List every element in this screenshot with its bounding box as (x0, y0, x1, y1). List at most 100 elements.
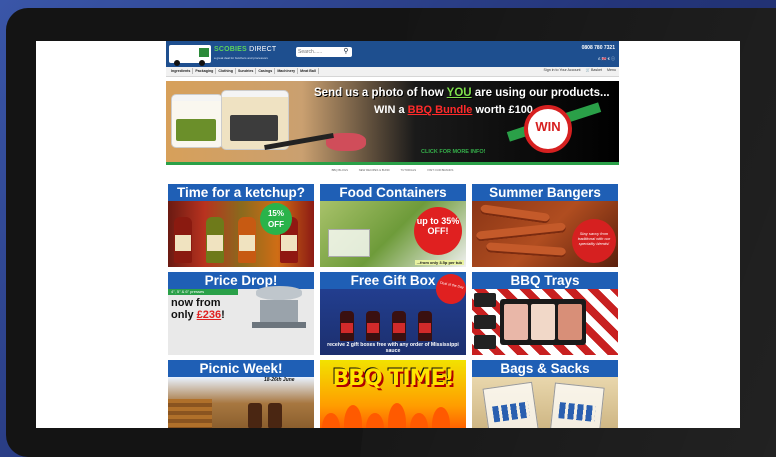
promo-tile-bags-sacks[interactable]: Bags & Sacks (472, 360, 618, 428)
tub-label (176, 119, 216, 141)
sausage-image (475, 222, 567, 242)
promo-tile-summer-bangers[interactable]: Summer Bangers Stay savvy from tradition… (472, 184, 618, 267)
search-input[interactable] (298, 48, 338, 56)
tray-image (500, 299, 586, 345)
sauce-bottle-image (418, 311, 432, 341)
promo-tile-free-gift-box[interactable]: Free Gift Box receive 2 gift boxes free … (320, 272, 466, 355)
discount-badge: up to 35% OFF! (414, 207, 462, 255)
subnav-item[interactable]: BBQ BLOGS (332, 168, 348, 172)
sauce-bottle-image (206, 217, 224, 263)
promo-tile-food-containers[interactable]: Food Containers up to 35% OFF! ...from o… (320, 184, 466, 267)
wheel-icon (199, 60, 205, 66)
tile-title: Picnic Week! (168, 360, 314, 377)
logo-text[interactable]: SCOBIES DIRECT (214, 46, 276, 53)
flame-graphic (388, 403, 406, 428)
nav-item-clothing[interactable]: Clothing (216, 68, 236, 74)
search-icon[interactable]: ⚲ (341, 47, 351, 57)
cart-icon: 🛒 (585, 68, 590, 72)
headline-suffix: are using our products... (471, 87, 610, 99)
promo-tile-ketchup[interactable]: Time for a ketchup? 15% OFF (168, 184, 314, 267)
tile-caption: receive 2 gift boxes free with any order… (327, 342, 459, 354)
nav-item-meat-ball[interactable]: Meat Ball (298, 68, 319, 74)
flame-graphic (322, 413, 340, 428)
tile-title: Bags & Sacks (472, 360, 618, 377)
event-date: 18-26th June (264, 377, 295, 383)
tray-image (474, 335, 496, 349)
headline-highlight: YOU (446, 87, 472, 99)
bottle-label (281, 235, 297, 251)
nav-item-machinery[interactable]: Machinery (275, 68, 299, 74)
price-value: £236 (196, 309, 222, 321)
van-logo-icon[interactable] (169, 45, 211, 66)
banner-cta-link[interactable]: CLICK FOR MORE INFO! (421, 149, 485, 155)
subheadline-highlight: BBQ Bundle (407, 104, 473, 116)
jar-image (248, 403, 262, 428)
nav-item-packaging[interactable]: Packaging (193, 68, 217, 74)
price-only: only (171, 309, 197, 321)
tile-title: BBQ TIME! (332, 366, 454, 391)
win-badge: WIN (524, 105, 572, 153)
press-body (260, 300, 298, 322)
search-box: ⚲ (296, 47, 352, 57)
nav-item-casings[interactable]: Casings (256, 68, 276, 74)
currency-flags[interactable]: £ 🇬🇧 € ⓘ (598, 56, 615, 62)
tile-subtitle: 4", 5" & 6" presses (168, 289, 238, 295)
flame-graphic (344, 405, 362, 428)
flame-graphic (432, 407, 450, 428)
sauce-bottle-image (392, 311, 406, 341)
product-tub-image (172, 95, 222, 147)
subnav-item[interactable]: NEW RECIPES & BUND (359, 168, 390, 172)
price-suffix: ! (221, 309, 225, 321)
flame-graphic (410, 413, 428, 428)
sub-nav: BBQ BLOGS NEW RECIPES & BUND TUTORIALS V… (166, 168, 619, 176)
tablet-screen: SCOBIES DIRECT a great deal for butchers… (36, 41, 740, 428)
tile-image (472, 377, 618, 428)
logo-name: SCOBIES (214, 46, 247, 53)
tub-label (230, 115, 278, 141)
sausage-image (485, 242, 567, 258)
price-text: now from only £236! (171, 297, 225, 321)
banner-subheadline: WIN a BBQ Bundle worth £100 (374, 104, 533, 116)
bottle-label (175, 235, 191, 251)
tile-image (168, 377, 314, 428)
sauce-bottle-image (340, 311, 354, 341)
nav-item-ingredients[interactable]: Ingredients (169, 68, 194, 74)
nav-account-area: Sign in to Your Account 🛒 Basket Menu (544, 68, 616, 72)
sauce-bottle-image (174, 217, 192, 263)
tile-image (472, 289, 618, 355)
promo-tile-picnic-week[interactable]: Picnic Week! 18-26th June (168, 360, 314, 428)
promo-tile-bbq-time[interactable]: BBQ TIME! (320, 360, 466, 428)
promo-banner[interactable]: Send us a photo of how YOU are using our… (166, 81, 619, 162)
promo-tile-price-drop[interactable]: Price Drop! 4", 5" & 6" presses now from… (168, 272, 314, 355)
sauce-bottle-image (238, 217, 256, 263)
subnav-item[interactable]: TUTORIALS (401, 168, 417, 172)
discount-badge: 15% OFF (260, 203, 292, 235)
site-header: SCOBIES DIRECT a great deal for butchers… (166, 41, 619, 67)
sauce-bottle-image (366, 311, 380, 341)
tray-compartment (558, 304, 582, 340)
nav-item-sundries[interactable]: Sundries (236, 68, 257, 74)
basket-label: Basket (591, 68, 602, 72)
bag-image (482, 381, 540, 428)
win-badge-text: WIN (535, 119, 561, 134)
picnic-basket-image (168, 399, 212, 428)
menu-button[interactable]: Menu (607, 68, 616, 72)
tile-title: Summer Bangers (472, 184, 618, 201)
subheadline-prefix: WIN a (374, 104, 408, 116)
nav-items: Ingredients Packaging Clothing Sundries … (169, 68, 319, 74)
wheel-icon (174, 60, 180, 66)
basket-link[interactable]: 🛒 Basket (586, 68, 602, 72)
banner-divider (166, 162, 619, 165)
account-link[interactable]: Sign in to Your Account (544, 68, 581, 72)
sausage-image (479, 204, 551, 224)
press-base (252, 322, 306, 328)
tile-image: BBQ TIME! (320, 360, 466, 428)
bottle-label (239, 235, 255, 251)
flame-graphic (366, 413, 384, 428)
container-image (328, 229, 370, 257)
promo-tile-bbq-trays[interactable]: BBQ Trays (472, 272, 618, 355)
logo-suffix: DIRECT (249, 46, 277, 53)
bottle-label (207, 235, 223, 251)
subnav-item[interactable]: VISIT OUR BRANDS (427, 168, 453, 172)
headline-prefix: Send us a photo of how (314, 87, 447, 99)
